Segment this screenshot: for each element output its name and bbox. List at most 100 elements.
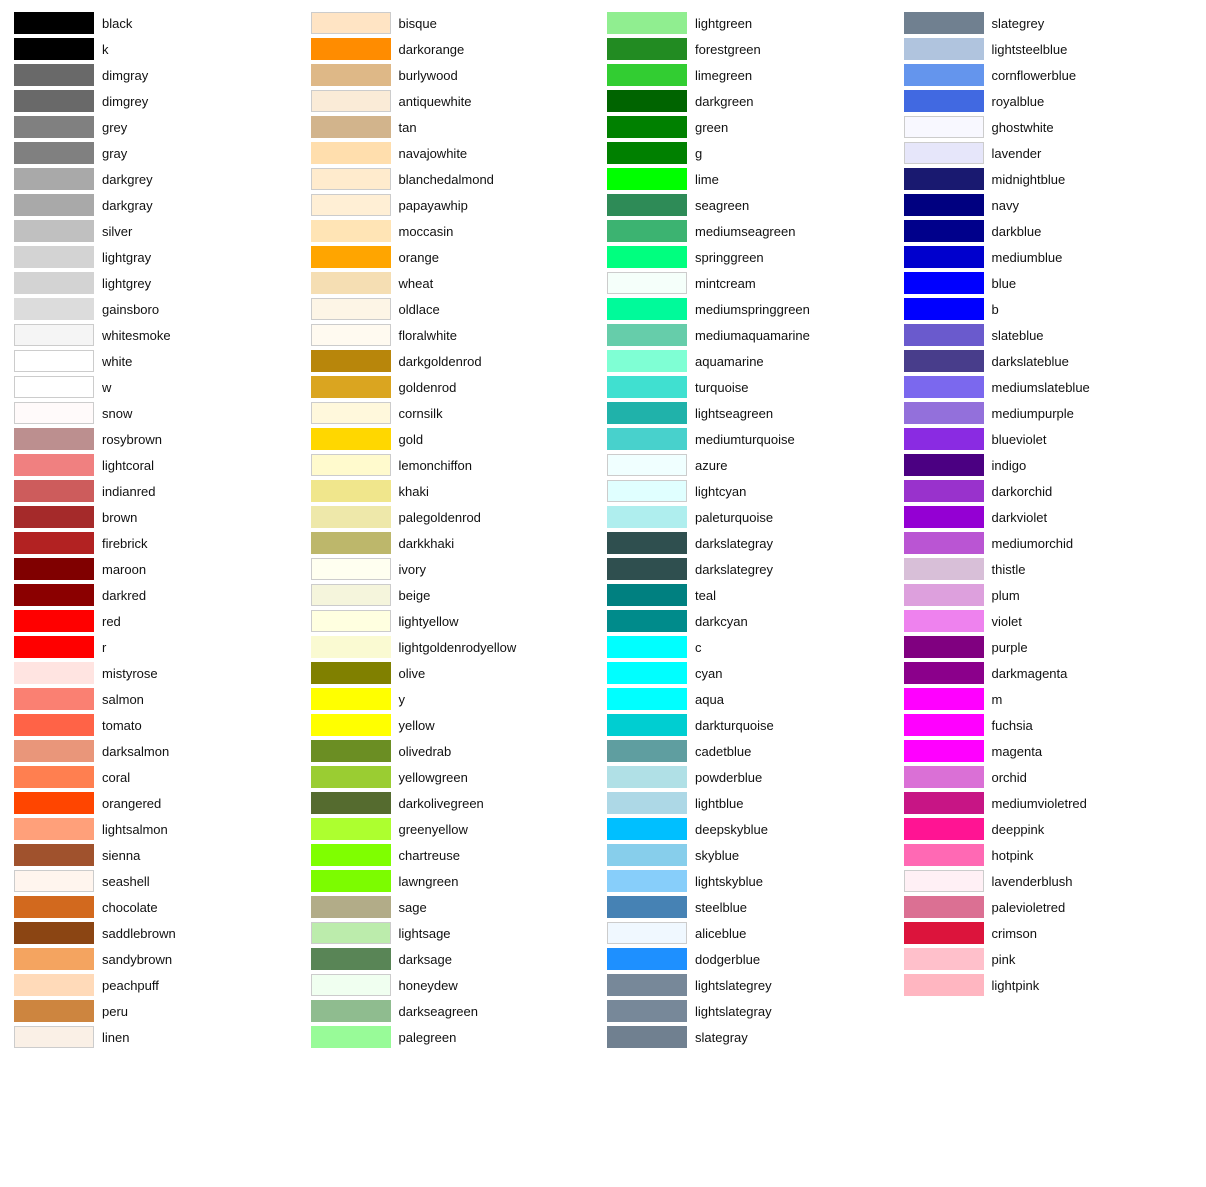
color-label: ivory	[399, 562, 426, 577]
color-swatch	[607, 272, 687, 294]
color-swatch	[607, 116, 687, 138]
color-label: azure	[695, 458, 728, 473]
color-label: dimgrey	[102, 94, 148, 109]
color-swatch	[607, 922, 687, 944]
color-swatch	[311, 90, 391, 112]
color-swatch	[904, 584, 984, 606]
color-row: darkorchid	[900, 478, 1197, 504]
color-label: goldenrod	[399, 380, 457, 395]
color-label: lavenderblush	[992, 874, 1073, 889]
color-label: saddlebrown	[102, 926, 176, 941]
color-swatch	[904, 532, 984, 554]
color-swatch	[607, 376, 687, 398]
color-label: darkviolet	[992, 510, 1048, 525]
color-label: darkturquoise	[695, 718, 774, 733]
color-row: navy	[900, 192, 1197, 218]
color-swatch	[607, 896, 687, 918]
color-row: mediumturquoise	[603, 426, 900, 452]
color-row: paleturquoise	[603, 504, 900, 530]
color-row: brown	[10, 504, 307, 530]
color-row: cyan	[603, 660, 900, 686]
column-2: bisquedarkorangeburlywoodantiquewhitetan…	[307, 10, 604, 1050]
color-label: w	[102, 380, 111, 395]
color-label: mediumorchid	[992, 536, 1074, 551]
color-label: darksage	[399, 952, 452, 967]
color-label: paleturquoise	[695, 510, 773, 525]
color-label: firebrick	[102, 536, 148, 551]
color-label: bisque	[399, 16, 437, 31]
color-label: peachpuff	[102, 978, 159, 993]
color-row: seagreen	[603, 192, 900, 218]
color-swatch	[607, 766, 687, 788]
color-label: teal	[695, 588, 716, 603]
color-row: darkslategrey	[603, 556, 900, 582]
color-swatch	[904, 558, 984, 580]
color-label: khaki	[399, 484, 429, 499]
color-label: dodgerblue	[695, 952, 760, 967]
color-label: sienna	[102, 848, 140, 863]
color-swatch	[14, 714, 94, 736]
color-row: lightsalmon	[10, 816, 307, 842]
color-label: lightslategray	[695, 1004, 772, 1019]
color-row: mediumorchid	[900, 530, 1197, 556]
color-label: greenyellow	[399, 822, 468, 837]
color-row: palegreen	[307, 1024, 604, 1050]
color-label: burlywood	[399, 68, 458, 83]
color-row: sandybrown	[10, 946, 307, 972]
color-label: brown	[102, 510, 137, 525]
color-row: antiquewhite	[307, 88, 604, 114]
color-label: maroon	[102, 562, 146, 577]
color-label: tomato	[102, 718, 142, 733]
color-swatch	[311, 974, 391, 996]
color-row: firebrick	[10, 530, 307, 556]
color-swatch	[14, 610, 94, 632]
color-swatch	[607, 1026, 687, 1048]
color-label: grey	[102, 120, 127, 135]
color-swatch	[14, 1026, 94, 1048]
color-row: rosybrown	[10, 426, 307, 452]
color-label: limegreen	[695, 68, 752, 83]
color-swatch	[607, 220, 687, 242]
color-swatch	[311, 584, 391, 606]
color-row: darkslategray	[603, 530, 900, 556]
color-swatch	[904, 90, 984, 112]
color-row: mediumpurple	[900, 400, 1197, 426]
color-label: mediumvioletred	[992, 796, 1087, 811]
color-label: darkkhaki	[399, 536, 455, 551]
color-label: darkseagreen	[399, 1004, 479, 1019]
color-label: royalblue	[992, 94, 1045, 109]
color-swatch	[311, 376, 391, 398]
color-swatch	[904, 246, 984, 268]
color-label: darkgray	[102, 198, 153, 213]
color-swatch	[311, 194, 391, 216]
color-row: slategrey	[900, 10, 1197, 36]
color-swatch	[904, 662, 984, 684]
color-swatch	[311, 298, 391, 320]
color-label: darkslateblue	[992, 354, 1069, 369]
color-row: lightgray	[10, 244, 307, 270]
color-swatch	[904, 974, 984, 996]
color-row: g	[603, 140, 900, 166]
color-label: mediumpurple	[992, 406, 1074, 421]
color-row: chartreuse	[307, 842, 604, 868]
color-label: slategray	[695, 1030, 748, 1045]
color-row: violet	[900, 608, 1197, 634]
color-swatch	[14, 636, 94, 658]
color-label: red	[102, 614, 121, 629]
color-label: rosybrown	[102, 432, 162, 447]
color-swatch	[311, 714, 391, 736]
color-row: yellowgreen	[307, 764, 604, 790]
color-row: coral	[10, 764, 307, 790]
color-label: orchid	[992, 770, 1027, 785]
color-row: orangered	[10, 790, 307, 816]
color-row: lightslategray	[603, 998, 900, 1024]
color-row: gainsboro	[10, 296, 307, 322]
color-swatch	[607, 402, 687, 424]
color-row: slategray	[603, 1024, 900, 1050]
color-label: r	[102, 640, 106, 655]
color-label: chartreuse	[399, 848, 460, 863]
color-label: mediumturquoise	[695, 432, 795, 447]
color-label: darkorange	[399, 42, 465, 57]
color-swatch	[311, 142, 391, 164]
color-swatch	[14, 766, 94, 788]
